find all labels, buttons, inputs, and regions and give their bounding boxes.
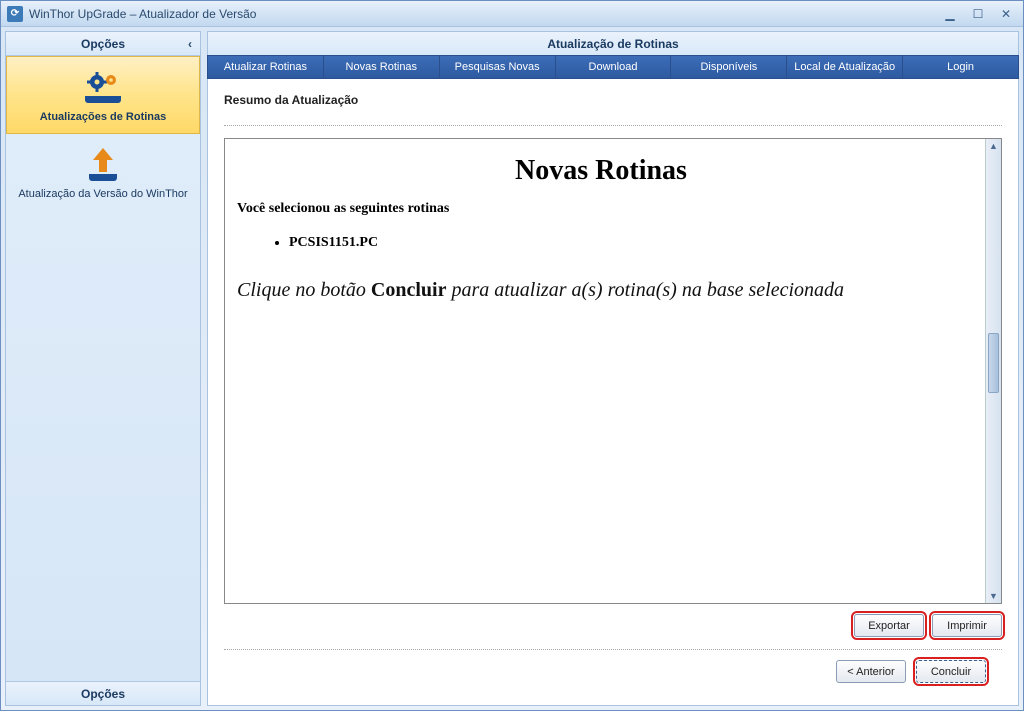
main-header: Atualização de Rotinas (207, 31, 1019, 55)
scroll-thumb[interactable] (988, 333, 999, 393)
tab-label: Atualizar Rotinas (224, 61, 307, 73)
sidebar-collapse-icon[interactable]: ‹ (188, 37, 192, 51)
sidebar-footer-label: Opções (81, 687, 125, 701)
sidebar-header-label: Opções (81, 37, 125, 51)
tab-label: Local de Atualização (794, 61, 895, 73)
instruction-post: para atualizar a(s) rotina(s) na base se… (446, 279, 844, 301)
scrollbar[interactable]: ▲ ▼ (985, 139, 1001, 603)
scroll-down-icon[interactable]: ▼ (987, 589, 1001, 603)
titlebar: ⟳ WinThor UpGrade – Atualizador de Versã… (1, 1, 1023, 27)
sidebar-header: Opções ‹ (6, 32, 200, 56)
body-area: Opções ‹ Atualizações (1, 27, 1023, 710)
maximize-button[interactable]: ☐ (967, 6, 989, 22)
minimize-button[interactable]: ▁ (939, 6, 961, 22)
main-panel: Atualização de Rotinas Atualizar Rotinas… (207, 31, 1019, 706)
summary-panel: Novas Rotinas Você selecionou as seguint… (224, 138, 1002, 604)
summary-actions: Exportar Imprimir (224, 614, 1002, 637)
section-title: Resumo da Atualização (224, 93, 1002, 107)
content-area: Resumo da Atualização Novas Rotinas Você… (207, 79, 1019, 706)
tab-disponiveis[interactable]: Disponíveis (671, 56, 787, 78)
finish-button[interactable]: Concluir (916, 660, 986, 683)
scroll-track[interactable] (986, 153, 1001, 589)
print-button[interactable]: Imprimir (932, 614, 1002, 637)
tab-label: Pesquisas Novas (455, 61, 540, 73)
tab-local-atualizacao[interactable]: Local de Atualização (787, 56, 903, 78)
separator (224, 125, 1002, 126)
main-header-label: Atualização de Rotinas (547, 37, 678, 51)
instruction-bold: Concluir (371, 279, 447, 301)
upload-arrow-icon (79, 146, 127, 182)
tab-login[interactable]: Login (903, 56, 1018, 78)
tab-novas-rotinas[interactable]: Novas Rotinas (324, 56, 440, 78)
tab-atualizar-rotinas[interactable]: Atualizar Rotinas (208, 56, 324, 78)
sidebar-item-atualizacao-versao[interactable]: Atualização da Versão do WinThor (6, 134, 200, 210)
scroll-up-icon[interactable]: ▲ (987, 139, 1001, 153)
close-button[interactable]: ✕ (995, 6, 1017, 22)
gears-tray-icon (79, 69, 127, 105)
app-icon: ⟳ (7, 6, 23, 22)
window-title: WinThor UpGrade – Atualizador de Versão (29, 7, 939, 21)
tab-pesquisas-novas[interactable]: Pesquisas Novas (440, 56, 556, 78)
window-controls: ▁ ☐ ✕ (939, 6, 1017, 22)
summary-content: Novas Rotinas Você selecionou as seguint… (225, 139, 985, 603)
tab-label: Download (589, 61, 638, 73)
instruction-text: Clique no botão Concluir para atualizar … (237, 279, 965, 302)
tab-download[interactable]: Download (556, 56, 672, 78)
application-window: ⟳ WinThor UpGrade – Atualizador de Versã… (0, 0, 1024, 711)
routine-list: PCSIS1151.PC (289, 235, 967, 251)
instruction-pre: Clique no botão (237, 279, 371, 301)
sidebar-body: Atualizações de Rotinas Atualização da V… (6, 56, 200, 681)
routine-item: PCSIS1151.PC (289, 235, 967, 251)
back-button[interactable]: < Anterior (836, 660, 906, 683)
tab-label: Novas Rotinas (346, 61, 418, 73)
export-button[interactable]: Exportar (854, 614, 924, 637)
sidebar-footer[interactable]: Opções (6, 681, 200, 705)
wizard-footer: < Anterior Concluir (224, 649, 1002, 691)
tabbar: Atualizar Rotinas Novas Rotinas Pesquisa… (207, 55, 1019, 79)
summary-title: Novas Rotinas (235, 155, 967, 187)
tab-label: Login (947, 61, 974, 73)
sidebar-item-atualizacoes-rotinas[interactable]: Atualizações de Rotinas (6, 56, 200, 134)
sidebar: Opções ‹ Atualizações (5, 31, 201, 706)
selected-routines-label: Você selecionou as seguintes rotinas (237, 201, 965, 217)
tab-label: Disponíveis (700, 61, 757, 73)
sidebar-item-label: Atualização da Versão do WinThor (18, 188, 187, 200)
sidebar-item-label: Atualizações de Rotinas (40, 111, 167, 123)
